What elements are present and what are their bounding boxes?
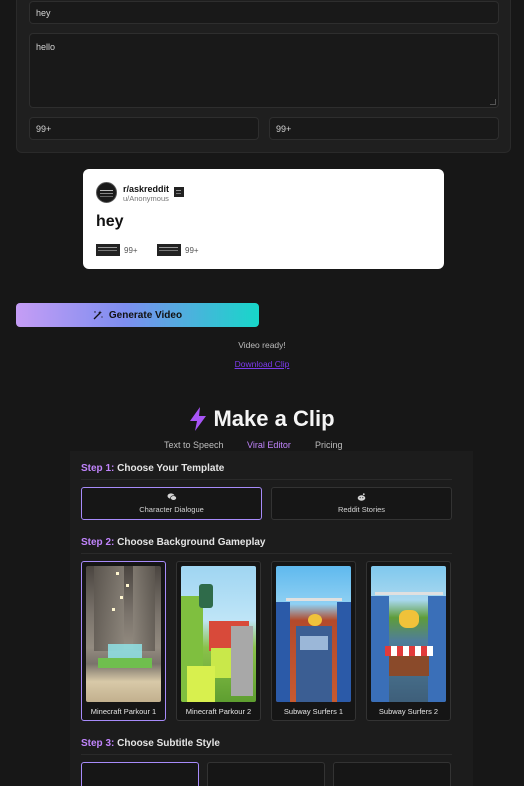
lightning-bolt-icon (190, 407, 207, 431)
nav-pricing[interactable]: Pricing (315, 440, 343, 450)
step-1-number: Step 1: (81, 463, 115, 474)
gameplay-label: Subway Surfers 1 (283, 707, 344, 716)
generate-video-button[interactable]: Generate Video (16, 303, 259, 327)
post-form: hey hello 99+ 99+ (16, 0, 511, 153)
post-title: hey (96, 213, 124, 230)
comment-icon (157, 244, 181, 256)
subtitle-style-option-2[interactable] (207, 762, 325, 786)
resize-handle-icon[interactable] (490, 99, 496, 105)
upvote-icon (96, 244, 120, 256)
step-2-heading: Step 2: Choose Background Gameplay (81, 537, 266, 548)
post-body-textarea[interactable]: hello (29, 33, 499, 108)
brand-header: Make a Clip (0, 406, 524, 432)
template-reddit-stories[interactable]: Reddit Stories (271, 487, 452, 520)
generate-video-label: Generate Video (108, 309, 183, 321)
download-clip-link[interactable]: Download Clip (0, 359, 524, 369)
comments-value: 99+ (276, 123, 292, 134)
upvote-count: 99+ (124, 246, 138, 255)
minecraft-cave-thumbnail (86, 566, 161, 702)
template-label: Character Dialogue (139, 505, 204, 514)
template-character-dialogue[interactable]: Character Dialogue (81, 487, 262, 520)
video-status: Video ready! (238, 340, 286, 350)
step-1-text: Choose Your Template (117, 463, 225, 474)
gameplay-label: Minecraft Parkour 2 (185, 707, 252, 716)
magic-wand-icon (93, 310, 103, 320)
post-title-input[interactable]: hey (29, 1, 499, 24)
gameplay-label: Subway Surfers 2 (378, 707, 439, 716)
divider (81, 754, 452, 755)
divider (81, 553, 452, 554)
upvotes-value: 99+ (36, 123, 52, 134)
post-body-value: hello (36, 42, 56, 52)
gameplay-subway-surfers-1[interactable]: Subway Surfers 1 (271, 561, 356, 721)
step-2-text: Choose Background Gameplay (117, 537, 266, 548)
comment-count: 99+ (185, 246, 199, 255)
nav-text-to-speech[interactable]: Text to Speech (164, 440, 224, 450)
reddit-icon (357, 493, 366, 501)
gameplay-minecraft-parkour-1[interactable]: Minecraft Parkour 1 (81, 561, 166, 721)
comments-input[interactable]: 99+ (269, 117, 499, 140)
gameplay-label: Minecraft Parkour 1 (90, 707, 157, 716)
step-3-number: Step 3: (81, 738, 115, 749)
subway-surfers-thumbnail (371, 566, 446, 702)
upvotes-input[interactable]: 99+ (29, 117, 259, 140)
post-username: u/Anonymous (123, 194, 169, 203)
subway-surfers-thumbnail (276, 566, 351, 702)
subreddit-name: r/askreddit (123, 184, 170, 194)
subtitle-style-option-1[interactable] (81, 762, 199, 786)
divider (81, 479, 452, 480)
template-label: Reddit Stories (337, 505, 386, 514)
step-3-heading: Step 3: Choose Subtitle Style (81, 738, 220, 749)
nav-viral-editor[interactable]: Viral Editor (247, 440, 291, 450)
step-3-text: Choose Subtitle Style (117, 738, 220, 749)
clip-editor-panel: Step 1: Choose Your Template Character D… (70, 451, 473, 786)
post-title-value: hey (36, 7, 51, 18)
verified-badge-icon (174, 187, 184, 197)
reddit-post-preview: r/askreddit u/Anonymous hey 99+ 99+ (83, 169, 444, 269)
chat-icon (167, 493, 177, 501)
subtitle-style-option-3[interactable] (333, 762, 451, 786)
subreddit-avatar (96, 182, 117, 203)
gameplay-minecraft-parkour-2[interactable]: Minecraft Parkour 2 (176, 561, 261, 721)
minecraft-parkour-thumbnail (181, 566, 256, 702)
app-title: Make a Clip (213, 406, 335, 431)
step-1-heading: Step 1: Choose Your Template (81, 463, 224, 474)
gameplay-subway-surfers-2[interactable]: Subway Surfers 2 (366, 561, 451, 721)
step-2-number: Step 2: (81, 537, 115, 548)
